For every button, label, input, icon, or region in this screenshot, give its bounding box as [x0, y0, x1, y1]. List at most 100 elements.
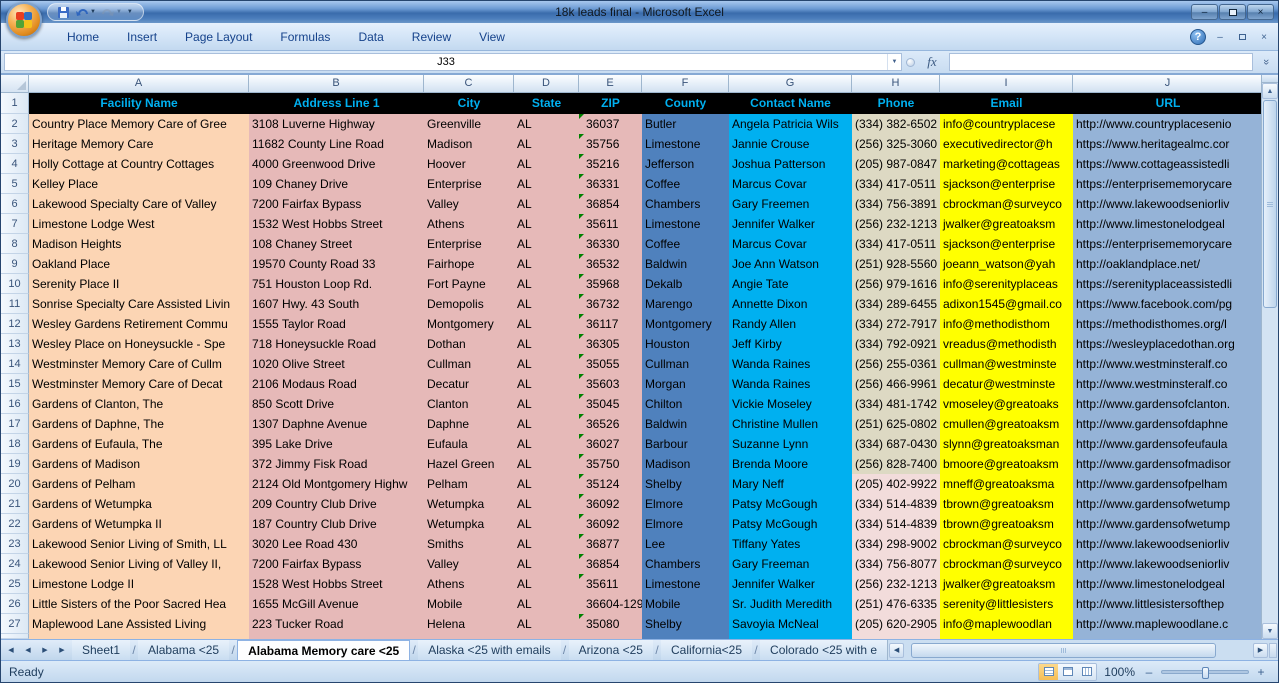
cell-D16[interactable]: AL — [514, 394, 579, 414]
cell-G12[interactable]: Randy Allen — [729, 314, 852, 334]
cell-G9[interactable]: Joe Ann Watson — [729, 254, 852, 274]
cell-I10[interactable]: info@serenityplaceas — [940, 274, 1073, 294]
cell-G4[interactable]: Joshua Patterson — [729, 154, 852, 174]
cell-D11[interactable]: AL — [514, 294, 579, 314]
cell-A25[interactable]: Limestone Lodge II — [29, 574, 249, 594]
cell-B12[interactable]: 1555 Taylor Road — [249, 314, 424, 334]
cell-B20[interactable]: 2124 Old Montgomery Highw — [249, 474, 424, 494]
cell-H25[interactable]: (256) 232-1213 — [852, 574, 940, 594]
cell-G15[interactable]: Wanda Raines — [729, 374, 852, 394]
cell-H24[interactable]: (334) 756-8077 — [852, 554, 940, 574]
row-header-20[interactable]: 20 — [1, 474, 29, 494]
cell-J6[interactable]: http://www.lakewoodseniorliv — [1073, 194, 1263, 214]
cell-J17[interactable]: http://www.gardensofdaphne — [1073, 414, 1263, 434]
cell-A14[interactable]: Westminster Memory Care of Cullm — [29, 354, 249, 374]
cell-H18[interactable]: (334) 687-0430 — [852, 434, 940, 454]
cell-J26[interactable]: http://www.littlesistersofthep — [1073, 594, 1263, 614]
formula-bar-expand-button[interactable]: » — [1257, 53, 1275, 71]
cell-C1[interactable]: City — [424, 93, 514, 114]
cell-B13[interactable]: 718 Honeysuckle Road — [249, 334, 424, 354]
cell-A1[interactable]: Facility Name — [29, 93, 249, 114]
office-button[interactable] — [6, 2, 42, 38]
cell-B18[interactable]: 395 Lake Drive — [249, 434, 424, 454]
cell-H7[interactable]: (256) 232-1213 — [852, 214, 940, 234]
cell-B15[interactable]: 2106 Modaus Road — [249, 374, 424, 394]
cell-C20[interactable]: Pelham — [424, 474, 514, 494]
row-header-21[interactable]: 21 — [1, 494, 29, 514]
cell-B6[interactable]: 7200 Fairfax Bypass — [249, 194, 424, 214]
cell-D7[interactable]: AL — [514, 214, 579, 234]
row-header-18[interactable]: 18 — [1, 434, 29, 454]
cell-A13[interactable]: Wesley Place on Honeysuckle - Spe — [29, 334, 249, 354]
workbook-restore-button[interactable] — [1234, 30, 1250, 44]
cell-B2[interactable]: 3108 Luverne Highway — [249, 114, 424, 134]
cell-J22[interactable]: http://www.gardensofwetump — [1073, 514, 1263, 534]
cell-G25[interactable]: Jennifer Walker — [729, 574, 852, 594]
cell-F1[interactable]: County — [642, 93, 729, 114]
cell-C25[interactable]: Athens — [424, 574, 514, 594]
zoom-slider[interactable] — [1161, 670, 1249, 674]
cell-E10[interactable]: 35968 — [579, 274, 642, 294]
cell-G19[interactable]: Brenda Moore — [729, 454, 852, 474]
undo-button[interactable]: ▼ — [74, 4, 97, 20]
vertical-scroll-thumb[interactable] — [1263, 100, 1277, 308]
cell-C15[interactable]: Decatur — [424, 374, 514, 394]
cell-J1[interactable]: URL — [1073, 93, 1263, 114]
sheet-tab-2[interactable]: Alabama <25 — [138, 640, 229, 660]
row-header-12[interactable]: 12 — [1, 314, 29, 334]
cell-E27[interactable]: 35080 — [579, 614, 642, 634]
cell-G21[interactable]: Patsy McGough — [729, 494, 852, 514]
cell-A22[interactable]: Gardens of Wetumpka II — [29, 514, 249, 534]
cell-J20[interactable]: http://www.gardensofpelham — [1073, 474, 1263, 494]
row-header-6[interactable]: 6 — [1, 194, 29, 214]
cell-D18[interactable]: AL — [514, 434, 579, 454]
cell-B27[interactable]: 223 Tucker Road — [249, 614, 424, 634]
cell-I23[interactable]: cbrockman@surveyco — [940, 534, 1073, 554]
cell-D25[interactable]: AL — [514, 574, 579, 594]
cell-A27[interactable]: Maplewood Lane Assisted Living — [29, 614, 249, 634]
cell-G27[interactable]: Savoyia McNeal — [729, 614, 852, 634]
cell-H14[interactable]: (256) 255-0361 — [852, 354, 940, 374]
next-sheet-button[interactable]: ▶ — [37, 642, 53, 658]
cell-J2[interactable]: http://www.countryplacesenio — [1073, 114, 1263, 134]
cell-I5[interactable]: sjackson@enterprise — [940, 174, 1073, 194]
cell-I9[interactable]: joeann_watson@yah — [940, 254, 1073, 274]
cell-G11[interactable]: Annette Dixon — [729, 294, 852, 314]
cell-F25[interactable]: Limestone — [642, 574, 729, 594]
cell-I3[interactable]: executivedirector@h — [940, 134, 1073, 154]
cell-H1[interactable]: Phone — [852, 93, 940, 114]
sheet-tab-4[interactable]: Alaska <25 with emails — [418, 640, 560, 660]
row-header-8[interactable]: 8 — [1, 234, 29, 254]
cell-I17[interactable]: cmullen@greatoaksm — [940, 414, 1073, 434]
cell-J14[interactable]: http://www.westminsteralf.co — [1073, 354, 1263, 374]
cell-D17[interactable]: AL — [514, 414, 579, 434]
cell-A6[interactable]: Lakewood Specialty Care of Valley — [29, 194, 249, 214]
cell-E4[interactable]: 35216 — [579, 154, 642, 174]
column-header-C[interactable]: C — [424, 75, 514, 93]
cell-E5[interactable]: 36331 — [579, 174, 642, 194]
cell-F13[interactable]: Houston — [642, 334, 729, 354]
cell-I4[interactable]: marketing@cottageas — [940, 154, 1073, 174]
cell-G22[interactable]: Patsy McGough — [729, 514, 852, 534]
cell-C24[interactable]: Valley — [424, 554, 514, 574]
cell-A23[interactable]: Lakewood Senior Living of Smith, LL — [29, 534, 249, 554]
cell-I8[interactable]: sjackson@enterprise — [940, 234, 1073, 254]
cell-E11[interactable]: 36732 — [579, 294, 642, 314]
cell-F19[interactable]: Madison — [642, 454, 729, 474]
cell-H11[interactable]: (334) 289-6455 — [852, 294, 940, 314]
cell-C7[interactable]: Athens — [424, 214, 514, 234]
cell-B5[interactable]: 109 Chaney Drive — [249, 174, 424, 194]
cell-F9[interactable]: Baldwin — [642, 254, 729, 274]
sheet-tab-6[interactable]: California<25 — [661, 640, 752, 660]
cell-C13[interactable]: Dothan — [424, 334, 514, 354]
cell-F22[interactable]: Elmore — [642, 514, 729, 534]
cell-A9[interactable]: Oakland Place — [29, 254, 249, 274]
row-header-11[interactable]: 11 — [1, 294, 29, 314]
cell-I15[interactable]: decatur@westminste — [940, 374, 1073, 394]
ribbon-tab-data[interactable]: Data — [344, 24, 397, 50]
cell-C4[interactable]: Hoover — [424, 154, 514, 174]
row-header-23[interactable]: 23 — [1, 534, 29, 554]
cell-A20[interactable]: Gardens of Pelham — [29, 474, 249, 494]
vertical-scroll-track[interactable] — [1262, 309, 1278, 623]
cell-E14[interactable]: 35055 — [579, 354, 642, 374]
